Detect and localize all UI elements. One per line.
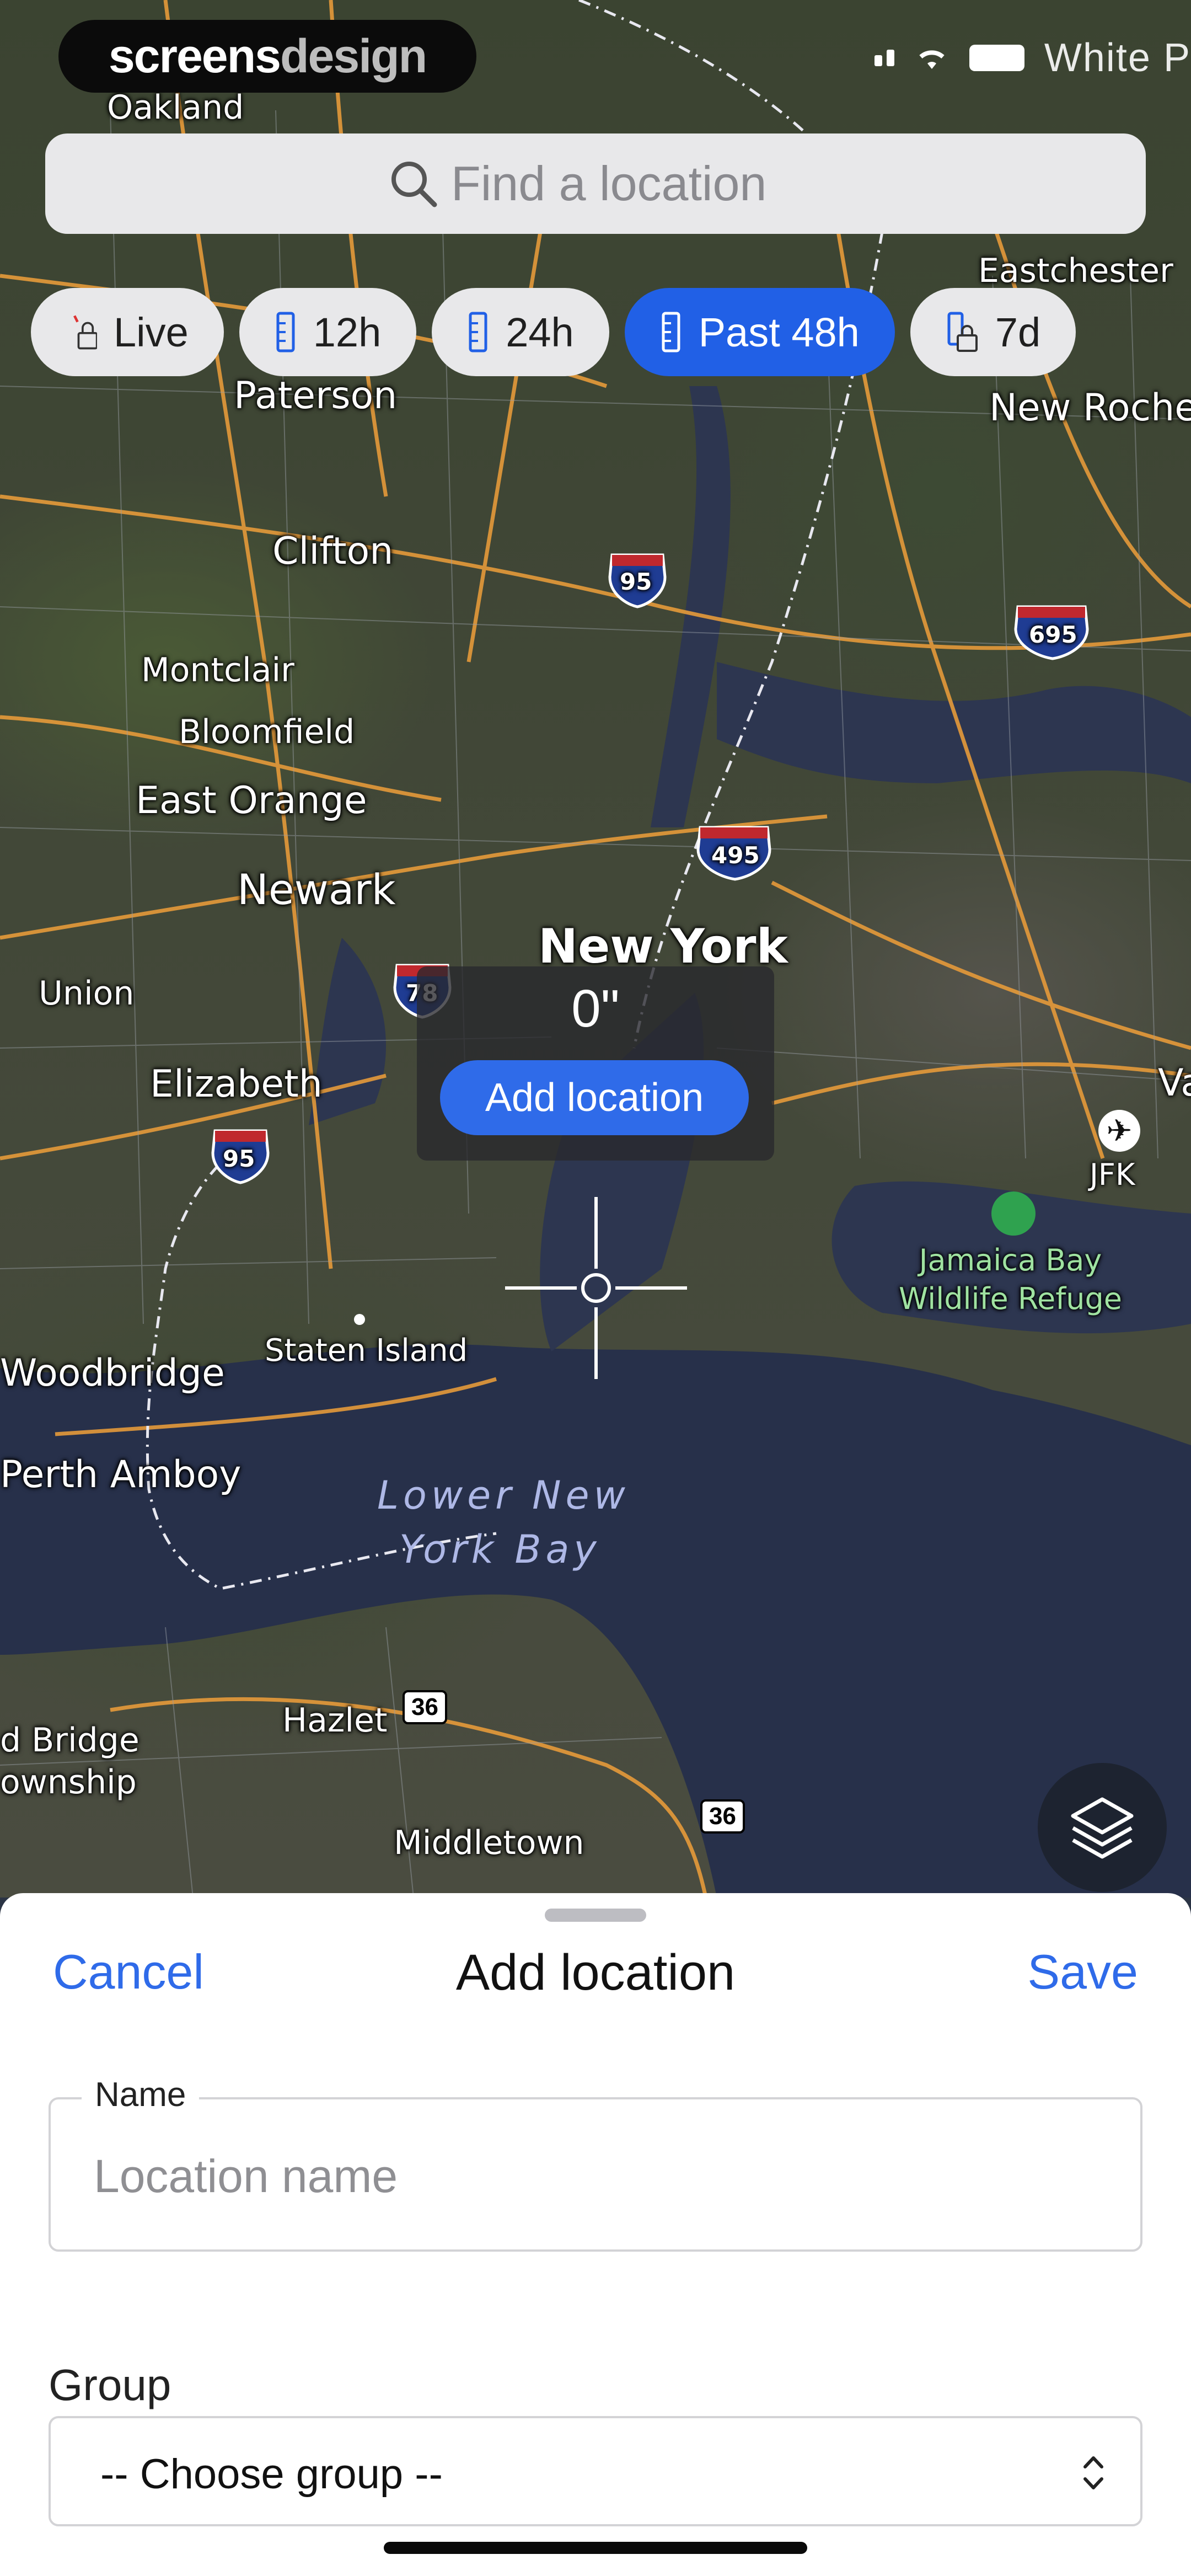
lock-icon <box>73 315 97 350</box>
map-label-staten-island: Staten Island <box>265 1333 468 1369</box>
chip-label: 24h <box>506 309 574 355</box>
park-icon <box>991 1191 1036 1236</box>
brand-text-primary: screens <box>108 29 281 83</box>
map-label-lower-new-york-bay-2: York Bay <box>399 1527 601 1572</box>
interstate-95-shield: 95 <box>620 568 652 595</box>
add-location-button[interactable]: Add location <box>440 1060 749 1135</box>
chip-12h[interactable]: 12h <box>239 288 417 376</box>
map-label-jfk: JFK <box>1090 1157 1135 1192</box>
map-label-newark: Newark <box>237 865 396 914</box>
interstate-95-south-shield: 95 <box>223 1145 255 1172</box>
map-label-hazlet: Hazlet <box>282 1701 388 1740</box>
ruler-icon <box>662 312 680 352</box>
search-bar[interactable] <box>45 133 1146 234</box>
map-layers-button[interactable] <box>1038 1763 1167 1892</box>
ruler-icon <box>276 312 295 352</box>
map-screen: 95 495 695 95 78 36 36 Oakland Eastchest… <box>0 0 1191 2576</box>
group-select-value: -- Choose group -- <box>100 2451 443 2498</box>
search-input[interactable] <box>450 155 805 212</box>
name-field-label: Name <box>82 2075 200 2114</box>
group-select[interactable]: -- Choose group -- <box>49 2416 1142 2526</box>
wifi-icon <box>919 50 945 69</box>
callout-value: 0" <box>571 979 620 1038</box>
interstate-695-shield: 695 <box>1029 621 1077 648</box>
map-label-east-orange: East Orange <box>136 779 367 822</box>
location-callout: 0" Add location <box>417 966 774 1161</box>
satellite-map[interactable]: 95 495 695 95 78 36 36 Oakland Eastchest… <box>0 0 1191 1898</box>
add-location-sheet: Cancel Add location Save Name Group -- C… <box>0 1893 1191 2576</box>
map-label-woodbridge: Woodbridge <box>0 1351 225 1395</box>
chip-label: 12h <box>313 309 382 355</box>
map-label-paterson: Paterson <box>234 374 398 418</box>
map-label-elizabeth: Elizabeth <box>150 1062 323 1106</box>
cellular-signal-icon <box>874 50 894 66</box>
search-icon <box>391 162 437 207</box>
map-label-old-bridge: d Bridge <box>0 1721 140 1760</box>
map-label-va: Va <box>1158 1061 1191 1105</box>
chip-label: Live <box>114 309 189 355</box>
map-label-clifton: Clifton <box>272 530 394 573</box>
chip-past-48h[interactable]: Past 48h <box>624 288 895 376</box>
map-label-jamaica-bay-refuge: Jamaica Bay Wildlife Refuge <box>899 1243 1122 1316</box>
sheet-title: Add location <box>455 1944 736 2001</box>
brand-badge: screens design <box>58 20 476 93</box>
lock-ruler-icon <box>947 312 978 352</box>
crosshair-icon <box>505 1197 687 1379</box>
map-label-perth-amboy: Perth Amboy <box>0 1453 242 1497</box>
chip-label: 7d <box>995 309 1041 355</box>
staten-island-dot <box>354 1314 365 1325</box>
route-36-shield: 36 <box>403 1690 447 1724</box>
interstate-495-shield: 495 <box>711 842 760 869</box>
map-label-old-bridge-township: ownship <box>0 1763 137 1802</box>
map-label-new-york: New York <box>538 919 788 974</box>
chip-live[interactable]: Live <box>31 288 224 376</box>
map-label-middletown: Middletown <box>394 1824 584 1862</box>
map-label-union: Union <box>39 974 135 1013</box>
map-label-montclair: Montclair <box>141 651 294 690</box>
name-field[interactable]: Name <box>49 2075 1142 2252</box>
location-name-input[interactable] <box>93 2149 1087 2204</box>
map-label-bloomfield: Bloomfield <box>179 713 355 751</box>
map-label-new-rochelle: New Roche <box>989 386 1191 430</box>
sheet-grabber[interactable] <box>545 1909 646 1922</box>
chip-24h[interactable]: 24h <box>432 288 609 376</box>
status-bar: White P <box>874 36 1191 80</box>
airport-icon: ✈ <box>1098 1110 1140 1152</box>
battery-icon <box>969 45 1024 71</box>
time-filter-chips: Live 12h 24h Past 48h 7d <box>31 288 1076 376</box>
chip-label: Past 48h <box>698 309 860 355</box>
map-label-lower-new-york-bay: Lower New <box>377 1473 630 1518</box>
map-label-oakland: Oakland <box>107 88 244 127</box>
map-label-eastchester: Eastchester <box>978 252 1173 290</box>
group-label: Group <box>49 2360 171 2409</box>
carrier-name: White P <box>1044 36 1191 80</box>
route-36-shield: 36 <box>700 1799 745 1834</box>
save-button[interactable]: Save <box>1027 1944 1138 2000</box>
chip-7d[interactable]: 7d <box>910 288 1076 376</box>
brand-text-secondary: design <box>280 29 427 83</box>
chevron-up-down-icon <box>1083 2456 1103 2489</box>
ruler-icon <box>469 312 487 352</box>
layers-icon <box>1071 1797 1134 1859</box>
home-indicator <box>384 2542 807 2554</box>
